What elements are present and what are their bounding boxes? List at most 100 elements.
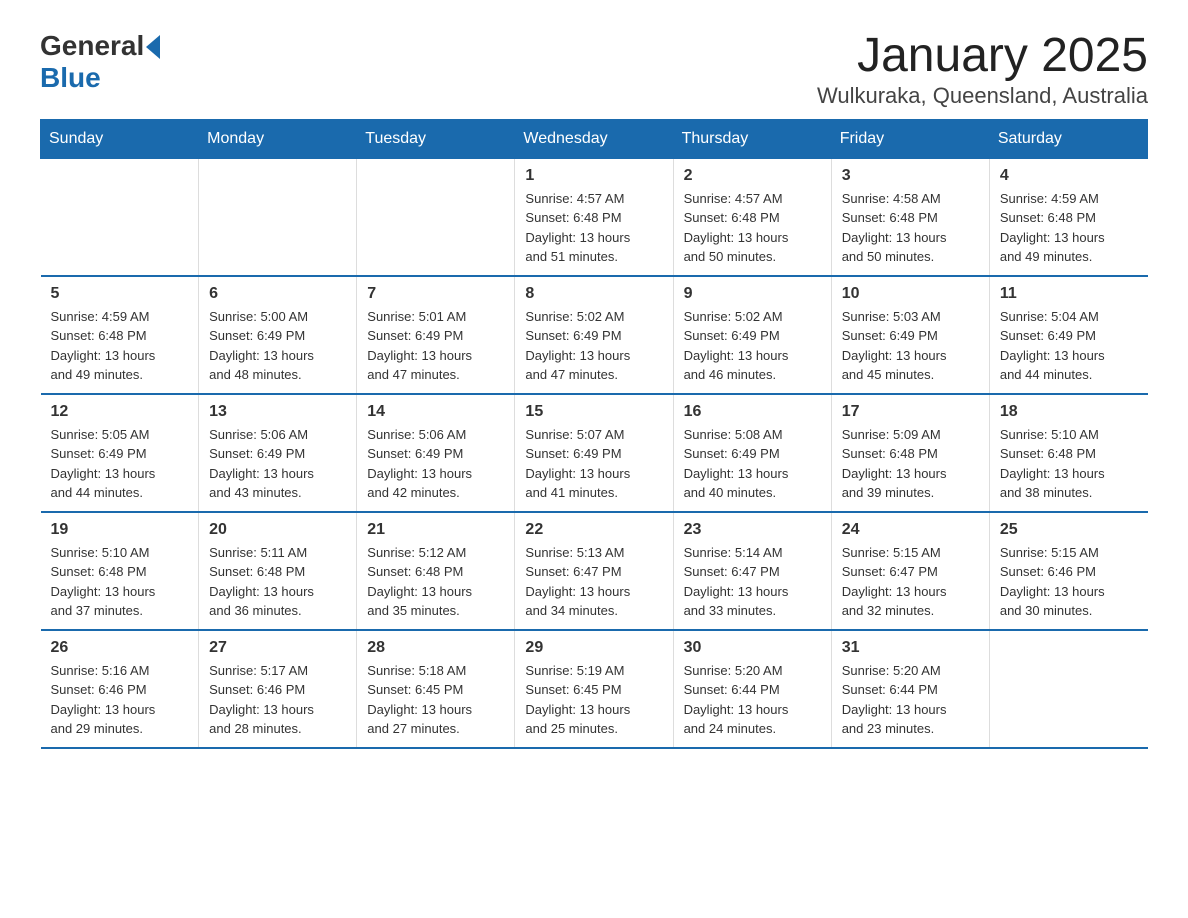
- month-title: January 2025: [817, 30, 1148, 83]
- day-number: 24: [842, 521, 979, 539]
- day-number: 31: [842, 639, 979, 657]
- logo-blue: Blue: [40, 62, 101, 94]
- day-info: Sunrise: 4:58 AM Sunset: 6:48 PM Dayligh…: [842, 189, 979, 267]
- empty-cell: [989, 630, 1147, 748]
- day-info: Sunrise: 5:12 AM Sunset: 6:48 PM Dayligh…: [367, 543, 504, 621]
- day-info: Sunrise: 5:13 AM Sunset: 6:47 PM Dayligh…: [525, 543, 662, 621]
- header-friday: Friday: [831, 119, 989, 158]
- day-number: 12: [51, 403, 189, 421]
- day-number: 6: [209, 285, 346, 303]
- day-number: 8: [525, 285, 662, 303]
- header-saturday: Saturday: [989, 119, 1147, 158]
- day-cell-31: 31Sunrise: 5:20 AM Sunset: 6:44 PM Dayli…: [831, 630, 989, 748]
- calendar-header-row: SundayMondayTuesdayWednesdayThursdayFrid…: [41, 119, 1148, 158]
- day-cell-24: 24 Sunrise: 5:15 AM Sunset: 6:47 PM Dayli…: [831, 512, 989, 630]
- day-cell-8: 8 Sunrise: 5:02 AM Sunset: 6:49 PM Daylig…: [515, 276, 673, 394]
- header-thursday: Thursday: [673, 119, 831, 158]
- day-info: Sunrise: 5:07 AM Sunset: 6:49 PM Dayligh…: [525, 425, 662, 503]
- day-number: 3: [842, 167, 979, 185]
- day-cell-7: 7Sunrise: 5:01 AM Sunset: 6:49 PM Daylig…: [357, 276, 515, 394]
- day-number: 21: [367, 521, 504, 539]
- day-number: 4: [1000, 167, 1138, 185]
- day-cell-11: 11Sunrise: 5:04 AM Sunset: 6:49 PM Dayli…: [989, 276, 1147, 394]
- day-info: Sunrise: 5:02 AM Sunset: 6:49 PM Dayligh…: [684, 307, 821, 385]
- day-number: 14: [367, 403, 504, 421]
- day-cell-20: 20 Sunrise: 5:11 AM Sunset: 6:48 PM Dayli…: [199, 512, 357, 630]
- day-cell-19: 19Sunrise: 5:10 AM Sunset: 6:48 PM Dayli…: [41, 512, 199, 630]
- day-number: 26: [51, 639, 189, 657]
- day-info: Sunrise: 5:19 AM Sunset: 6:45 PM Dayligh…: [525, 661, 662, 739]
- empty-cell: [41, 158, 199, 276]
- day-cell-30: 30Sunrise: 5:20 AM Sunset: 6:44 PM Dayli…: [673, 630, 831, 748]
- day-cell-28: 28 Sunrise: 5:18 AM Sunset: 6:45 PM Dayli…: [357, 630, 515, 748]
- day-cell-12: 12 Sunrise: 5:05 AM Sunset: 6:49 PM Dayli…: [41, 394, 199, 512]
- empty-cell: [199, 158, 357, 276]
- day-cell-16: 16 Sunrise: 5:08 AM Sunset: 6:49 PM Dayli…: [673, 394, 831, 512]
- day-info: Sunrise: 4:59 AM Sunset: 6:48 PM Dayligh…: [1000, 189, 1138, 267]
- day-number: 27: [209, 639, 346, 657]
- day-number: 22: [525, 521, 662, 539]
- day-number: 30: [684, 639, 821, 657]
- header-sunday: Sunday: [41, 119, 199, 158]
- day-cell-10: 10 Sunrise: 5:03 AM Sunset: 6:49 PM Dayli…: [831, 276, 989, 394]
- day-number: 18: [1000, 403, 1138, 421]
- logo-general: General: [40, 30, 144, 62]
- page-header: General Blue January 2025 Wulkuraka, Que…: [40, 30, 1148, 109]
- day-cell-9: 9 Sunrise: 5:02 AM Sunset: 6:49 PM Daylig…: [673, 276, 831, 394]
- header-tuesday: Tuesday: [357, 119, 515, 158]
- day-info: Sunrise: 5:17 AM Sunset: 6:46 PM Dayligh…: [209, 661, 346, 739]
- day-cell-13: 13 Sunrise: 5:06 AM Sunset: 6:49 PM Dayli…: [199, 394, 357, 512]
- day-number: 13: [209, 403, 346, 421]
- day-number: 25: [1000, 521, 1138, 539]
- day-number: 10: [842, 285, 979, 303]
- week-row-3: 12 Sunrise: 5:05 AM Sunset: 6:49 PM Dayli…: [41, 394, 1148, 512]
- empty-cell: [357, 158, 515, 276]
- day-number: 20: [209, 521, 346, 539]
- day-info: Sunrise: 5:09 AM Sunset: 6:48 PM Dayligh…: [842, 425, 979, 503]
- day-number: 28: [367, 639, 504, 657]
- day-cell-4: 4 Sunrise: 4:59 AM Sunset: 6:48 PM Daylig…: [989, 158, 1147, 276]
- day-cell-29: 29Sunrise: 5:19 AM Sunset: 6:45 PM Dayli…: [515, 630, 673, 748]
- day-info: Sunrise: 5:18 AM Sunset: 6:45 PM Dayligh…: [367, 661, 504, 739]
- day-cell-23: 23 Sunrise: 5:14 AM Sunset: 6:47 PM Dayli…: [673, 512, 831, 630]
- day-number: 19: [51, 521, 189, 539]
- day-cell-5: 5Sunrise: 4:59 AM Sunset: 6:48 PM Daylig…: [41, 276, 199, 394]
- day-cell-21: 21 Sunrise: 5:12 AM Sunset: 6:48 PM Dayli…: [357, 512, 515, 630]
- day-cell-22: 22 Sunrise: 5:13 AM Sunset: 6:47 PM Dayli…: [515, 512, 673, 630]
- day-number: 2: [684, 167, 821, 185]
- day-info: Sunrise: 5:08 AM Sunset: 6:49 PM Dayligh…: [684, 425, 821, 503]
- day-number: 5: [51, 285, 189, 303]
- day-cell-2: 2Sunrise: 4:57 AM Sunset: 6:48 PM Daylig…: [673, 158, 831, 276]
- day-number: 9: [684, 285, 821, 303]
- day-cell-18: 18Sunrise: 5:10 AM Sunset: 6:48 PM Dayli…: [989, 394, 1147, 512]
- day-number: 15: [525, 403, 662, 421]
- day-info: Sunrise: 5:01 AM Sunset: 6:49 PM Dayligh…: [367, 307, 504, 385]
- day-info: Sunrise: 4:57 AM Sunset: 6:48 PM Dayligh…: [525, 189, 662, 267]
- day-number: 16: [684, 403, 821, 421]
- day-info: Sunrise: 5:06 AM Sunset: 6:49 PM Dayligh…: [209, 425, 346, 503]
- week-row-1: 1 Sunrise: 4:57 AM Sunset: 6:48 PM Daylig…: [41, 158, 1148, 276]
- header-monday: Monday: [199, 119, 357, 158]
- day-cell-3: 3 Sunrise: 4:58 AM Sunset: 6:48 PM Daylig…: [831, 158, 989, 276]
- day-info: Sunrise: 5:02 AM Sunset: 6:49 PM Dayligh…: [525, 307, 662, 385]
- day-cell-26: 26 Sunrise: 5:16 AM Sunset: 6:46 PM Dayli…: [41, 630, 199, 748]
- day-number: 11: [1000, 285, 1138, 303]
- day-info: Sunrise: 5:05 AM Sunset: 6:49 PM Dayligh…: [51, 425, 189, 503]
- day-info: Sunrise: 5:14 AM Sunset: 6:47 PM Dayligh…: [684, 543, 821, 621]
- day-info: Sunrise: 5:06 AM Sunset: 6:49 PM Dayligh…: [367, 425, 504, 503]
- day-cell-15: 15 Sunrise: 5:07 AM Sunset: 6:49 PM Dayli…: [515, 394, 673, 512]
- day-info: Sunrise: 5:03 AM Sunset: 6:49 PM Dayligh…: [842, 307, 979, 385]
- day-info: Sunrise: 5:00 AM Sunset: 6:49 PM Dayligh…: [209, 307, 346, 385]
- day-number: 23: [684, 521, 821, 539]
- location-title: Wulkuraka, Queensland, Australia: [817, 83, 1148, 109]
- day-number: 1: [525, 167, 662, 185]
- day-cell-14: 14 Sunrise: 5:06 AM Sunset: 6:49 PM Dayli…: [357, 394, 515, 512]
- day-number: 17: [842, 403, 979, 421]
- logo: General Blue: [40, 30, 160, 94]
- day-info: Sunrise: 5:15 AM Sunset: 6:47 PM Dayligh…: [842, 543, 979, 621]
- calendar-table: SundayMondayTuesdayWednesdayThursdayFrid…: [40, 119, 1148, 749]
- day-info: Sunrise: 5:11 AM Sunset: 6:48 PM Dayligh…: [209, 543, 346, 621]
- day-cell-27: 27 Sunrise: 5:17 AM Sunset: 6:46 PM Dayli…: [199, 630, 357, 748]
- day-cell-17: 17 Sunrise: 5:09 AM Sunset: 6:48 PM Dayli…: [831, 394, 989, 512]
- day-info: Sunrise: 5:16 AM Sunset: 6:46 PM Dayligh…: [51, 661, 189, 739]
